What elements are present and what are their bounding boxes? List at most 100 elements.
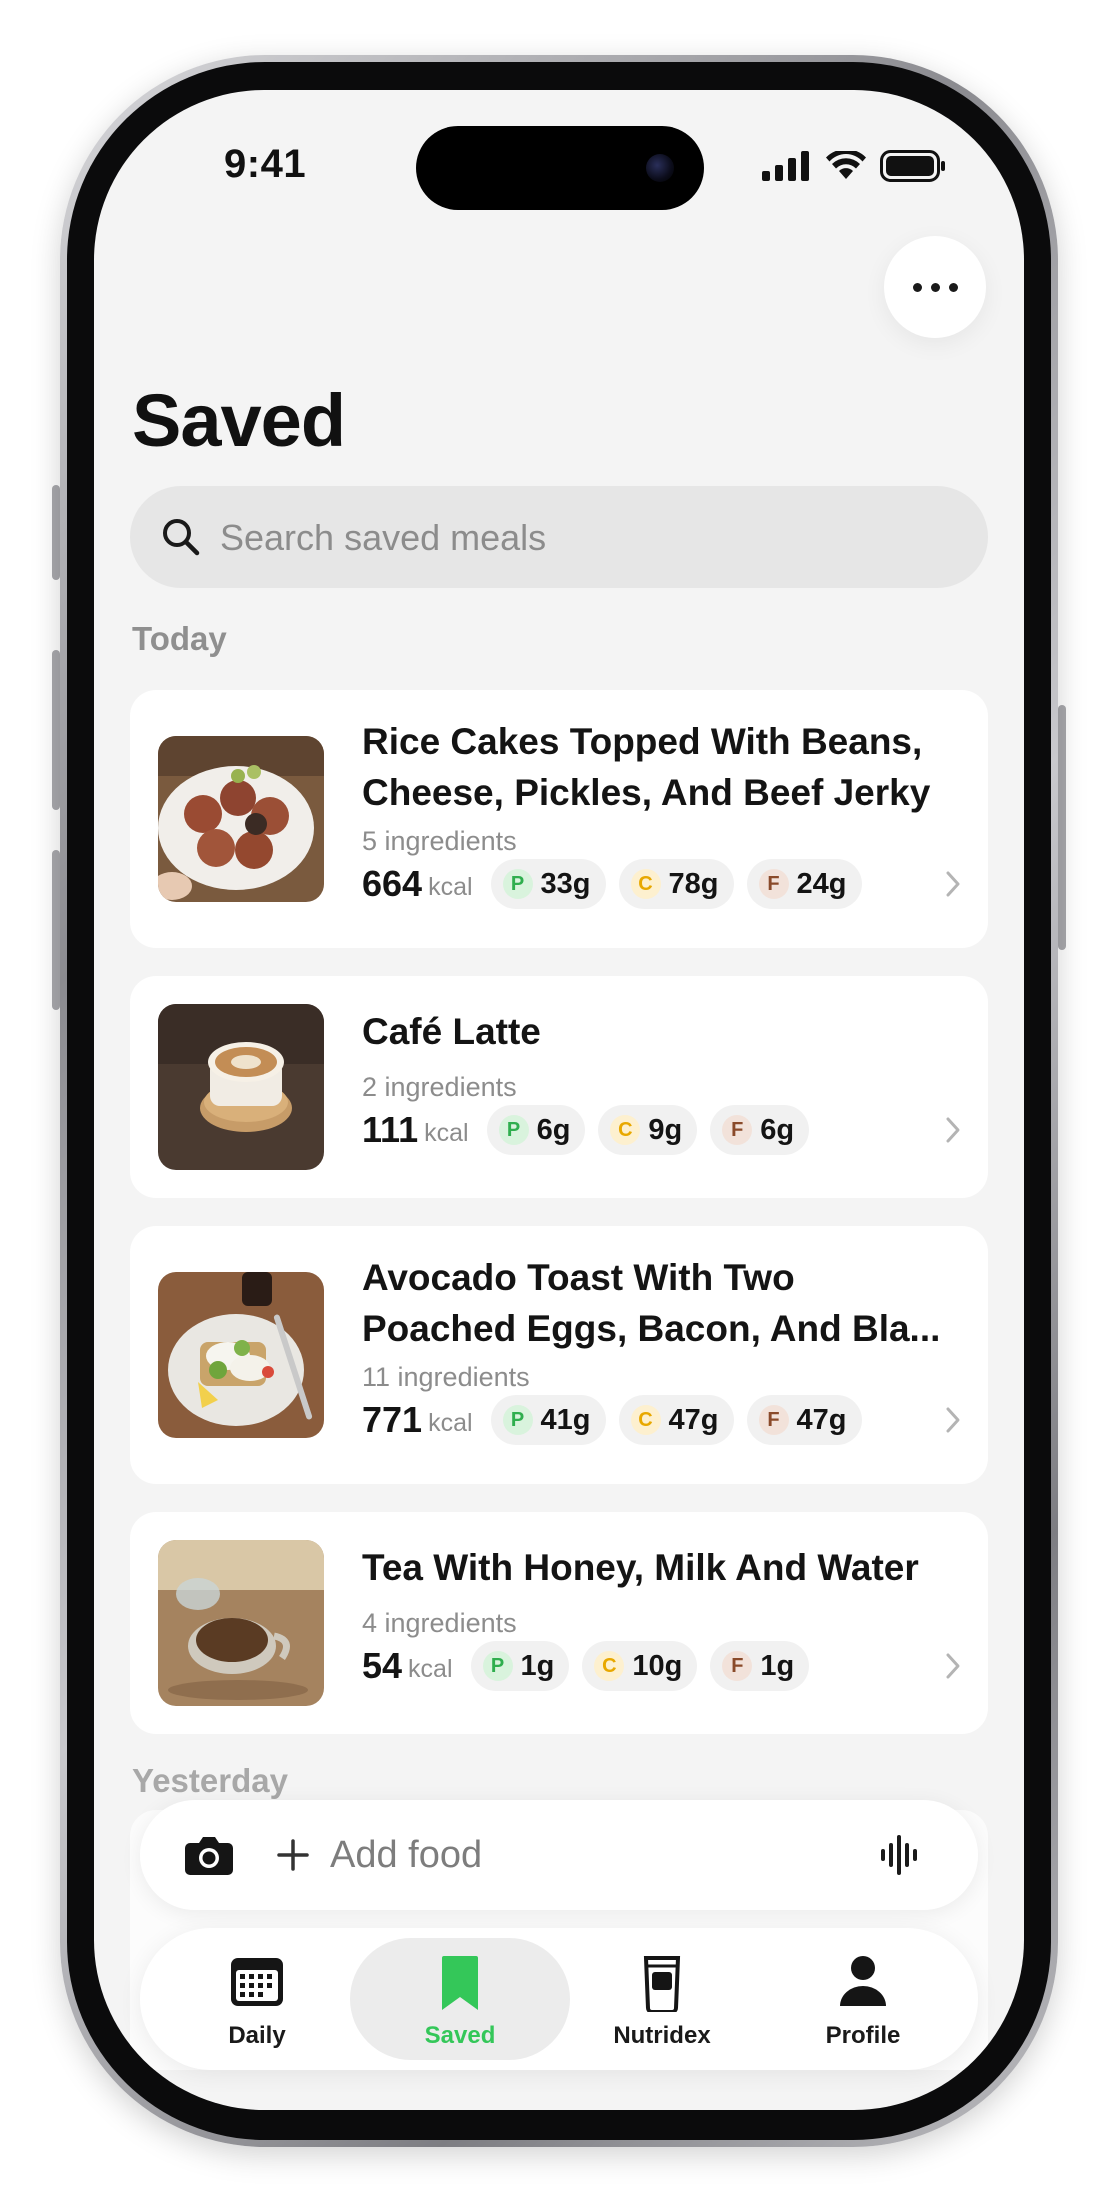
fat-chip: F 6g <box>710 1105 810 1155</box>
nutridex-icon <box>643 1956 681 2012</box>
meal-title-line: Avocado Toast With Two <box>362 1257 795 1298</box>
person-icon <box>840 1956 886 2006</box>
volume-up-button <box>52 650 60 810</box>
search-input[interactable] <box>218 486 942 590</box>
ingredient-count: 4 ingredients <box>362 1608 517 1638</box>
chevron-right-icon <box>946 1653 960 1679</box>
tab-label: Daily <box>228 2022 286 2049</box>
rice-cakes-photo <box>158 736 324 902</box>
tab-bar: Daily Saved Nutridex Profile <box>140 1928 978 2070</box>
carbs-chip: C 78g <box>618 859 734 909</box>
meal-title-line: Rice Cakes Topped With Beans, <box>362 721 923 762</box>
ingredient-count: 2 ingredients <box>362 1072 517 1102</box>
tea-photo <box>158 1540 324 1706</box>
action-button <box>52 485 60 580</box>
fat-chip: F 47g <box>746 1395 862 1445</box>
tab-saved[interactable]: Saved <box>365 1928 555 2070</box>
carbs-value: 10g <box>632 1649 683 1682</box>
search-bar[interactable] <box>130 486 988 590</box>
carbs-value: 78g <box>668 867 719 900</box>
meal-title-line: Cheese, Pickles, And Beef Jerky <box>362 772 931 813</box>
kcal-value: 111 <box>362 1109 419 1150</box>
tab-nutridex[interactable]: Nutridex <box>567 1928 757 2070</box>
fat-value: 6g <box>760 1113 795 1146</box>
fat-badge: F <box>758 1405 789 1435</box>
section-label-today: Today <box>132 620 227 657</box>
volume-down-button <box>52 850 60 1010</box>
kcal-unit: kcal <box>408 1654 453 1683</box>
meal-title: Rice Cakes Topped With Beans, Cheese, Pi… <box>362 716 962 818</box>
macro-row: 771 kcal P 41g C 47g F 47g <box>362 1394 875 1446</box>
meal-card[interactable]: Rice Cakes Topped With Beans, Cheese, Pi… <box>130 690 988 948</box>
bookmark-icon <box>442 1956 478 2010</box>
ingredient-count: 5 ingredients <box>362 826 517 856</box>
add-food-bar[interactable]: Add food <box>140 1800 978 1910</box>
protein-chip: P 41g <box>490 1395 606 1445</box>
carbs-badge: C <box>610 1115 641 1145</box>
section-label-yesterday: Yesterday <box>132 1762 288 1799</box>
more-options-button[interactable] <box>884 236 986 338</box>
meal-title: Tea With Honey, Milk And Water <box>362 1542 962 1593</box>
cellular-signal-icon <box>762 151 809 181</box>
avocado-toast-photo <box>158 1272 324 1438</box>
carbs-chip: C 9g <box>598 1105 698 1155</box>
carbs-badge: C <box>630 869 661 899</box>
tab-label: Profile <box>825 2022 901 2049</box>
ingredient-count: 11 ingredients <box>362 1362 530 1392</box>
plus-icon <box>277 1839 309 1871</box>
meal-card[interactable]: Café Latte 2 ingredients 111 kcal P 6g C… <box>130 976 988 1198</box>
status-icons <box>762 150 946 182</box>
voice-waveform-icon[interactable] <box>880 1832 922 1878</box>
tab-daily[interactable]: Daily <box>162 1928 352 2070</box>
meal-title-line: Tea With Honey, Milk And Water <box>362 1547 919 1588</box>
search-icon <box>163 519 200 556</box>
page-title: Saved <box>132 379 346 462</box>
fat-badge: F <box>758 869 789 899</box>
kcal-value: 771 <box>362 1399 423 1440</box>
carbs-chip: C 10g <box>582 1641 698 1691</box>
protein-badge: P <box>482 1651 513 1681</box>
battery-icon <box>880 150 945 182</box>
fat-chip: F 1g <box>710 1641 810 1691</box>
chevron-right-icon <box>946 871 960 897</box>
meal-title-line: Café Latte <box>362 1011 541 1052</box>
protein-chip: P 1g <box>470 1641 570 1691</box>
calendar-icon <box>231 1958 283 2006</box>
protein-value: 6g <box>536 1113 571 1146</box>
meal-title: Avocado Toast With Two Poached Eggs, Bac… <box>362 1252 962 1354</box>
protein-value: 33g <box>540 867 591 900</box>
carbs-badge: C <box>630 1405 661 1435</box>
power-button <box>1058 705 1066 950</box>
meal-card[interactable]: Tea With Honey, Milk And Water 4 ingredi… <box>130 1512 988 1734</box>
protein-chip: P 6g <box>486 1105 586 1155</box>
wifi-icon <box>826 151 866 179</box>
chevron-right-icon <box>946 1117 960 1143</box>
fat-value: 1g <box>760 1649 795 1682</box>
front-camera-icon <box>646 154 674 182</box>
carbs-value: 9g <box>648 1113 683 1146</box>
fat-chip: F 24g <box>746 859 862 909</box>
protein-chip: P 33g <box>490 859 606 909</box>
macro-row: 664 kcal P 33g C 78g F 24g <box>362 858 875 910</box>
add-food-label: Add food <box>330 1834 483 1876</box>
fat-value: 47g <box>796 1403 847 1436</box>
app-screen: 9:41 Saved Today <box>94 90 1024 2110</box>
kcal-value: 54 <box>362 1645 403 1686</box>
macro-row: 111 kcal P 6g C 9g F 6g <box>362 1104 822 1156</box>
protein-badge: P <box>498 1115 529 1145</box>
protein-value: 1g <box>520 1649 555 1682</box>
macro-row: 54 kcal P 1g C 10g F 1g <box>362 1640 822 1692</box>
tab-profile[interactable]: Profile <box>768 1928 958 2070</box>
meal-card[interactable]: Avocado Toast With Two Poached Eggs, Bac… <box>130 1226 988 1484</box>
kcal-unit: kcal <box>428 872 473 901</box>
protein-value: 41g <box>540 1403 591 1436</box>
protein-badge: P <box>502 869 533 899</box>
status-time: 9:41 <box>224 142 307 186</box>
dynamic-island <box>416 126 704 210</box>
kcal-unit: kcal <box>424 1118 469 1147</box>
carbs-chip: C 47g <box>618 1395 734 1445</box>
carbs-value: 47g <box>668 1403 719 1436</box>
meal-title-line: Poached Eggs, Bacon, And Bla... <box>362 1308 941 1349</box>
latte-photo <box>158 1004 324 1170</box>
camera-icon[interactable] <box>184 1834 234 1876</box>
